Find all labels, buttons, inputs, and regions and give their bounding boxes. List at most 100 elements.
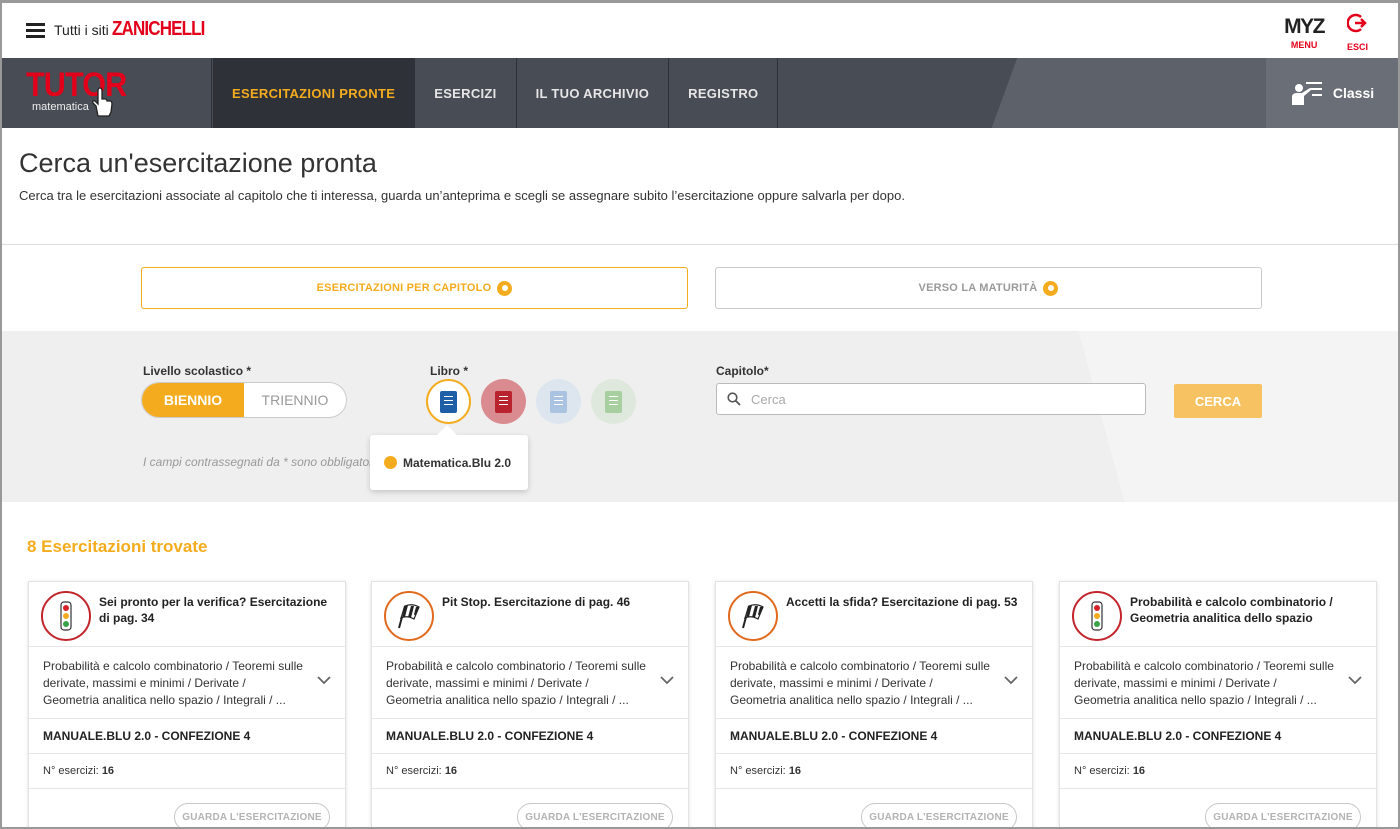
hamburger-menu-icon[interactable]	[26, 23, 45, 38]
level-option-triennio[interactable]: TRIENNIO	[244, 383, 346, 417]
card-book: MANUALE.BLU 2.0 - CONFEZIONE 4	[716, 719, 1032, 754]
book-tooltip: Matematica.Blu 2.0	[370, 435, 528, 490]
mode-tabs: ESERCITAZIONI PER CAPITOLO VERSO LA MATU…	[2, 246, 1398, 331]
chevron-down-icon[interactable]	[1348, 675, 1362, 685]
myz-logo: MYZ	[1284, 15, 1325, 38]
nav-items: ESERCITAZIONI PRONTE ESERCIZI IL TUO ARC…	[213, 58, 779, 128]
chevron-down-icon[interactable]	[1004, 675, 1018, 685]
page-frame: Tutti i siti ZANICHELLI MYZ MENU ESCI TU…	[0, 0, 1400, 829]
card-title[interactable]: Probabilità e calcolo combinatorio / Geo…	[1130, 594, 1364, 626]
classes-label: Classi	[1332, 85, 1375, 101]
count-label: N° esercizi:	[730, 765, 786, 777]
exercise-card: Accetti la sfida? Esercitazione di pag. …	[715, 581, 1033, 827]
level-option-biennio[interactable]: BIENNIO	[142, 383, 244, 417]
count-label: N° esercizi:	[43, 765, 99, 777]
filter-panel: Livello scolastico * BIENNIO TRIENNIO Li…	[2, 331, 1398, 502]
chapter-search-input[interactable]	[751, 384, 1136, 414]
book-icon	[440, 390, 457, 413]
classes-button[interactable]: Classi	[1266, 58, 1398, 128]
nav-tab-registro[interactable]: REGISTRO	[669, 58, 779, 128]
card-description: Probabilità e calcolo combinatorio / Teo…	[716, 647, 1032, 719]
exercise-card: Pit Stop. Esercitazione di pag. 46 Proba…	[371, 581, 689, 827]
myz-menu-button[interactable]: MYZ MENU	[1284, 15, 1325, 50]
required-fields-hint: I campi contrassegnati da * sono obbliga…	[143, 455, 376, 469]
nav-tab-esercitazioni-pronte[interactable]: ESERCITAZIONI PRONTE	[213, 58, 416, 128]
card-book: MANUALE.BLU 2.0 - CONFEZIONE 4	[29, 719, 345, 754]
book-option-1[interactable]	[426, 379, 471, 424]
card-description-text: Probabilità e calcolo combinatorio / Teo…	[730, 659, 990, 707]
book-dot-icon	[384, 456, 397, 469]
radio-dot-icon	[1043, 280, 1059, 296]
exercise-card: Probabilità e calcolo combinatorio / Geo…	[1059, 581, 1377, 827]
card-description-text: Probabilità e calcolo combinatorio / Teo…	[386, 659, 646, 707]
card-description-text: Probabilità e calcolo combinatorio / Teo…	[1074, 659, 1334, 707]
tab-esercitazioni-per-capitolo[interactable]: ESERCITAZIONI PER CAPITOLO	[141, 267, 688, 309]
logout-button[interactable]: ESCI	[1346, 13, 1368, 52]
tab-label: ESERCITAZIONI PER CAPITOLO	[316, 282, 492, 294]
hand-pointer-icon	[92, 87, 113, 117]
card-description-text: Probabilità e calcolo combinatorio / Teo…	[43, 659, 303, 707]
level-label: Livello scolastico *	[143, 364, 252, 378]
card-header: Pit Stop. Esercitazione di pag. 46	[372, 582, 688, 647]
view-exercise-button[interactable]: GUARDA L'ESERCITAZIONE	[1205, 803, 1361, 827]
myz-menu-label: MENU	[1290, 40, 1318, 50]
results-count: 8 Esercitazioni trovate	[27, 537, 208, 556]
count-label: N° esercizi:	[1074, 765, 1130, 777]
card-description: Probabilità e calcolo combinatorio / Teo…	[1060, 647, 1376, 719]
card-description: Probabilità e calcolo combinatorio / Teo…	[29, 647, 345, 719]
book-icon	[495, 390, 512, 413]
card-description: Probabilità e calcolo combinatorio / Teo…	[372, 647, 688, 719]
card-header: Probabilità e calcolo combinatorio / Geo…	[1060, 582, 1376, 647]
card-title[interactable]: Accetti la sfida? Esercitazione di pag. …	[786, 594, 1020, 610]
book-option-3[interactable]	[536, 379, 581, 424]
chapter-label: Capitolo*	[716, 364, 769, 378]
book-icon	[605, 390, 622, 413]
checkered-flag-icon	[384, 591, 434, 641]
card-title[interactable]: Pit Stop. Esercitazione di pag. 46	[442, 594, 676, 610]
tutor-logo[interactable]: TUTOR matematica	[2, 58, 212, 128]
nav-tab-archivio[interactable]: IL TUO ARCHIVIO	[517, 58, 670, 128]
logout-label: ESCI	[1346, 42, 1368, 52]
book-label: Libro *	[430, 364, 468, 378]
view-exercise-button[interactable]: GUARDA L'ESERCITAZIONE	[861, 803, 1017, 827]
tab-verso-la-maturita[interactable]: VERSO LA MATURITÀ	[715, 267, 1262, 309]
card-title[interactable]: Sei pronto per la verifica? Esercitazion…	[99, 594, 333, 626]
traffic-light-icon	[1072, 591, 1122, 641]
top-bar: Tutti i siti ZANICHELLI MYZ MENU ESCI	[2, 3, 1398, 58]
search-button[interactable]: CERCA	[1174, 384, 1262, 418]
card-exercise-count: N° esercizi: 16	[29, 754, 345, 789]
zanichelli-logo[interactable]: ZANICHELLI	[112, 18, 205, 41]
page-header: Cerca un'esercitazione pronta Cerca tra …	[2, 128, 1398, 245]
count-value: 16	[1132, 765, 1146, 777]
logout-icon	[1346, 13, 1368, 33]
card-exercise-count: N° esercizi: 16	[716, 754, 1032, 789]
view-exercise-button[interactable]: GUARDA L'ESERCITAZIONE	[517, 803, 673, 827]
checkered-flag-icon	[728, 591, 778, 641]
chapter-search	[716, 383, 1146, 415]
book-tooltip-label: Matematica.Blu 2.0	[403, 455, 512, 470]
count-label: N° esercizi:	[386, 765, 442, 777]
chevron-down-icon[interactable]	[317, 675, 331, 685]
count-value: 16	[788, 765, 802, 777]
card-header: Accetti la sfida? Esercitazione di pag. …	[716, 582, 1032, 647]
radio-dot-icon	[497, 280, 513, 296]
tab-label: VERSO LA MATURITÀ	[918, 282, 1038, 294]
level-toggle: BIENNIO TRIENNIO	[141, 382, 347, 418]
page-subtitle: Cerca tra le esercitazioni associate al …	[19, 188, 905, 203]
main-nav: TUTOR matematica ESERCITAZIONI PRONTE ES…	[2, 58, 1398, 128]
search-icon	[727, 392, 741, 406]
all-sites-link[interactable]: Tutti i siti	[54, 22, 109, 38]
book-option-4[interactable]	[591, 379, 636, 424]
teacher-icon	[1291, 82, 1322, 105]
card-header: Sei pronto per la verifica? Esercitazion…	[29, 582, 345, 647]
card-exercise-count: N° esercizi: 16	[1060, 754, 1376, 789]
traffic-light-icon	[41, 591, 91, 641]
exercise-card: Sei pronto per la verifica? Esercitazion…	[28, 581, 346, 827]
card-exercise-count: N° esercizi: 16	[372, 754, 688, 789]
chevron-down-icon[interactable]	[660, 675, 674, 685]
book-option-2[interactable]	[481, 379, 526, 424]
tutor-logo-subtitle: matematica	[32, 101, 89, 113]
view-exercise-button[interactable]: GUARDA L'ESERCITAZIONE	[174, 803, 330, 827]
count-value: 16	[444, 765, 458, 777]
nav-tab-esercizi[interactable]: ESERCIZI	[415, 58, 517, 128]
